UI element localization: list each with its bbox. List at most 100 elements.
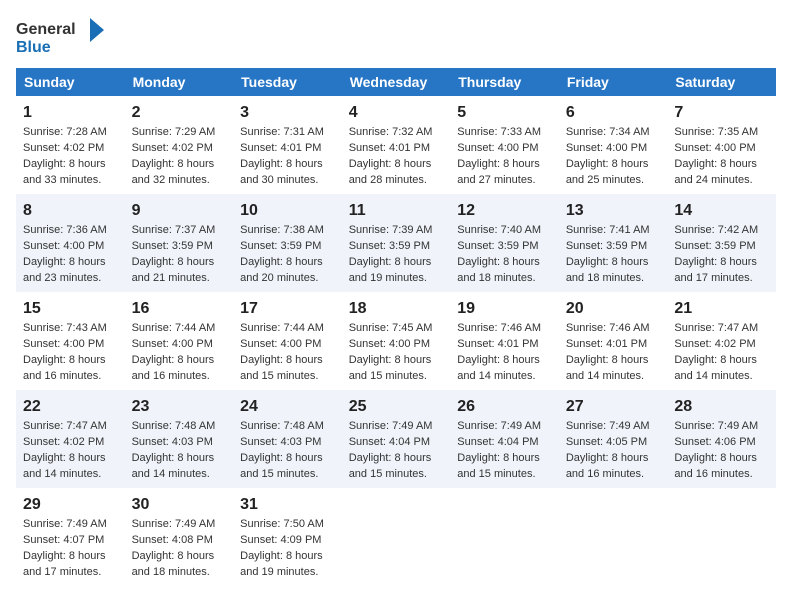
calendar-cell: 10Sunrise: 7:38 AMSunset: 3:59 PMDayligh… — [233, 194, 342, 292]
day-number: 18 — [349, 297, 444, 320]
cell-line: Sunset: 4:05 PM — [566, 435, 661, 451]
cell-line: and 21 minutes. — [132, 271, 227, 287]
cell-line: Sunset: 4:02 PM — [674, 337, 769, 353]
calendar-cell: 2Sunrise: 7:29 AMSunset: 4:02 PMDaylight… — [125, 96, 234, 194]
cell-line: Daylight: 8 hours — [132, 255, 227, 271]
cell-line: and 19 minutes. — [349, 271, 444, 287]
cell-line: Daylight: 8 hours — [566, 157, 661, 173]
calendar-cell: 12Sunrise: 7:40 AMSunset: 3:59 PMDayligh… — [450, 194, 559, 292]
cell-line: Sunrise: 7:40 AM — [457, 223, 552, 239]
cell-line: Daylight: 8 hours — [566, 451, 661, 467]
cell-line: Sunrise: 7:42 AM — [674, 223, 769, 239]
cell-line: and 14 minutes. — [23, 467, 118, 483]
cell-line: Daylight: 8 hours — [566, 255, 661, 271]
day-number: 24 — [240, 395, 335, 418]
cell-line: Daylight: 8 hours — [457, 353, 552, 369]
cell-line: Sunrise: 7:43 AM — [23, 321, 118, 337]
header-tuesday: Tuesday — [233, 68, 342, 96]
day-number: 3 — [240, 101, 335, 124]
calendar-cell — [667, 488, 776, 586]
cell-line: Daylight: 8 hours — [23, 451, 118, 467]
calendar-cell: 22Sunrise: 7:47 AMSunset: 4:02 PMDayligh… — [16, 390, 125, 488]
calendar-cell: 17Sunrise: 7:44 AMSunset: 4:00 PMDayligh… — [233, 292, 342, 390]
cell-line: Sunset: 4:00 PM — [23, 337, 118, 353]
cell-line: and 18 minutes. — [132, 565, 227, 581]
calendar-cell — [559, 488, 668, 586]
day-number: 31 — [240, 493, 335, 516]
calendar-cell — [342, 488, 451, 586]
cell-line: and 25 minutes. — [566, 173, 661, 189]
calendar-cell: 7Sunrise: 7:35 AMSunset: 4:00 PMDaylight… — [667, 96, 776, 194]
cell-line: Sunset: 3:59 PM — [240, 239, 335, 255]
cell-line: and 27 minutes. — [457, 173, 552, 189]
cell-line: Daylight: 8 hours — [240, 255, 335, 271]
cell-line: Sunset: 4:02 PM — [132, 141, 227, 157]
cell-line: Sunset: 4:00 PM — [132, 337, 227, 353]
calendar-row: 1Sunrise: 7:28 AMSunset: 4:02 PMDaylight… — [16, 96, 776, 194]
day-number: 25 — [349, 395, 444, 418]
header-wednesday: Wednesday — [342, 68, 451, 96]
day-number: 27 — [566, 395, 661, 418]
day-number: 22 — [23, 395, 118, 418]
cell-line: Daylight: 8 hours — [240, 157, 335, 173]
cell-line: Daylight: 8 hours — [349, 353, 444, 369]
svg-text:General: General — [16, 21, 76, 38]
calendar-cell: 9Sunrise: 7:37 AMSunset: 3:59 PMDaylight… — [125, 194, 234, 292]
cell-line: Daylight: 8 hours — [240, 451, 335, 467]
calendar-cell: 25Sunrise: 7:49 AMSunset: 4:04 PMDayligh… — [342, 390, 451, 488]
cell-line: Sunrise: 7:49 AM — [457, 419, 552, 435]
calendar-cell — [450, 488, 559, 586]
cell-line: and 16 minutes. — [566, 467, 661, 483]
cell-line: Daylight: 8 hours — [457, 255, 552, 271]
day-number: 16 — [132, 297, 227, 320]
day-number: 29 — [23, 493, 118, 516]
cell-line: Sunset: 4:08 PM — [132, 533, 227, 549]
header-monday: Monday — [125, 68, 234, 96]
calendar-row: 22Sunrise: 7:47 AMSunset: 4:02 PMDayligh… — [16, 390, 776, 488]
day-number: 11 — [349, 199, 444, 222]
cell-line: Sunrise: 7:48 AM — [132, 419, 227, 435]
header-saturday: Saturday — [667, 68, 776, 96]
cell-line: Sunrise: 7:50 AM — [240, 517, 335, 533]
day-number: 7 — [674, 101, 769, 124]
cell-line: Daylight: 8 hours — [132, 353, 227, 369]
cell-line: Sunrise: 7:28 AM — [23, 125, 118, 141]
calendar-cell: 5Sunrise: 7:33 AMSunset: 4:00 PMDaylight… — [450, 96, 559, 194]
day-number: 20 — [566, 297, 661, 320]
cell-line: Daylight: 8 hours — [674, 157, 769, 173]
cell-line: Daylight: 8 hours — [349, 255, 444, 271]
day-number: 13 — [566, 199, 661, 222]
day-number: 19 — [457, 297, 552, 320]
calendar-cell: 27Sunrise: 7:49 AMSunset: 4:05 PMDayligh… — [559, 390, 668, 488]
calendar-cell: 19Sunrise: 7:46 AMSunset: 4:01 PMDayligh… — [450, 292, 559, 390]
cell-line: Sunrise: 7:41 AM — [566, 223, 661, 239]
cell-line: Daylight: 8 hours — [23, 157, 118, 173]
day-number: 28 — [674, 395, 769, 418]
cell-line: Daylight: 8 hours — [240, 549, 335, 565]
day-number: 8 — [23, 199, 118, 222]
cell-line: Sunset: 4:00 PM — [566, 141, 661, 157]
cell-line: Sunrise: 7:35 AM — [674, 125, 769, 141]
calendar-cell: 4Sunrise: 7:32 AMSunset: 4:01 PMDaylight… — [342, 96, 451, 194]
cell-line: Sunrise: 7:34 AM — [566, 125, 661, 141]
cell-line: and 24 minutes. — [674, 173, 769, 189]
cell-line: Sunrise: 7:48 AM — [240, 419, 335, 435]
cell-line: and 32 minutes. — [132, 173, 227, 189]
cell-line: and 16 minutes. — [674, 467, 769, 483]
cell-line: Daylight: 8 hours — [457, 451, 552, 467]
day-number: 9 — [132, 199, 227, 222]
cell-line: and 15 minutes. — [240, 369, 335, 385]
cell-line: Sunset: 4:06 PM — [674, 435, 769, 451]
calendar-cell: 15Sunrise: 7:43 AMSunset: 4:00 PMDayligh… — [16, 292, 125, 390]
logo-svg: GeneralBlue — [16, 16, 106, 58]
calendar-cell: 28Sunrise: 7:49 AMSunset: 4:06 PMDayligh… — [667, 390, 776, 488]
day-number: 2 — [132, 101, 227, 124]
day-number: 12 — [457, 199, 552, 222]
cell-line: Daylight: 8 hours — [132, 451, 227, 467]
cell-line: Sunset: 4:00 PM — [674, 141, 769, 157]
calendar-cell: 26Sunrise: 7:49 AMSunset: 4:04 PMDayligh… — [450, 390, 559, 488]
cell-line: Sunset: 4:01 PM — [240, 141, 335, 157]
header-thursday: Thursday — [450, 68, 559, 96]
cell-line: Sunrise: 7:47 AM — [674, 321, 769, 337]
cell-line: and 14 minutes. — [674, 369, 769, 385]
